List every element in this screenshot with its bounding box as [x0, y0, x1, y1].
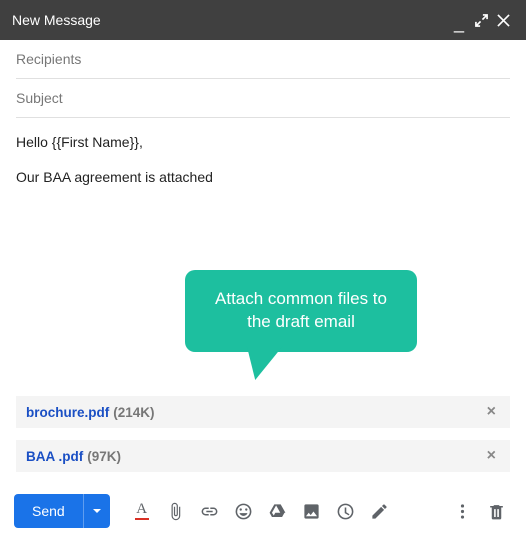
remove-attachment-icon[interactable]: ×: [483, 447, 500, 465]
attachments-list: brochure.pdf (214K) × BAA .pdf (97K) ×: [0, 396, 526, 484]
close-button[interactable]: [492, 9, 514, 31]
send-group: Send: [14, 494, 110, 528]
emoji-icon[interactable]: [228, 495, 260, 527]
tooltip-callout: Attach common files to the draft email: [185, 270, 417, 352]
send-options-button[interactable]: [83, 494, 110, 528]
attachment-size: (214K): [113, 405, 154, 420]
titlebar: New Message _: [0, 0, 526, 40]
recipients-field[interactable]: Recipients: [16, 40, 510, 79]
insert-photo-icon[interactable]: [296, 495, 328, 527]
attachment-row[interactable]: brochure.pdf (214K) ×: [16, 396, 510, 428]
bottom-toolbar: Send A: [0, 484, 526, 542]
header-fields: Recipients Subject: [0, 40, 526, 118]
insert-link-icon[interactable]: [194, 495, 226, 527]
send-button[interactable]: Send: [14, 494, 83, 528]
minimize-button[interactable]: _: [448, 9, 470, 31]
formatting-icon[interactable]: A: [126, 495, 158, 527]
callout-tail: [243, 346, 283, 380]
drive-icon[interactable]: [262, 495, 294, 527]
confidential-mode-icon[interactable]: [330, 495, 362, 527]
subject-field[interactable]: Subject: [16, 79, 510, 118]
body-line: Our BAA agreement is attached: [16, 167, 510, 188]
remove-attachment-icon[interactable]: ×: [483, 403, 500, 421]
more-options-icon[interactable]: [446, 495, 478, 527]
attachment-name: brochure.pdf: [26, 405, 109, 420]
attachment-size: (97K): [87, 449, 121, 464]
attachment-name: BAA .pdf: [26, 449, 83, 464]
insert-signature-icon[interactable]: [364, 495, 396, 527]
attach-file-icon[interactable]: [160, 495, 192, 527]
compose-window: New Message _ Recipients Subject Hello {…: [0, 0, 526, 542]
attachment-row[interactable]: BAA .pdf (97K) ×: [16, 440, 510, 472]
discard-draft-icon[interactable]: [480, 495, 512, 527]
callout-text: Attach common files to the draft email: [185, 270, 417, 352]
body-line: Hello {{First Name}},: [16, 132, 510, 153]
window-title: New Message: [12, 12, 448, 28]
expand-button[interactable]: [470, 9, 492, 31]
